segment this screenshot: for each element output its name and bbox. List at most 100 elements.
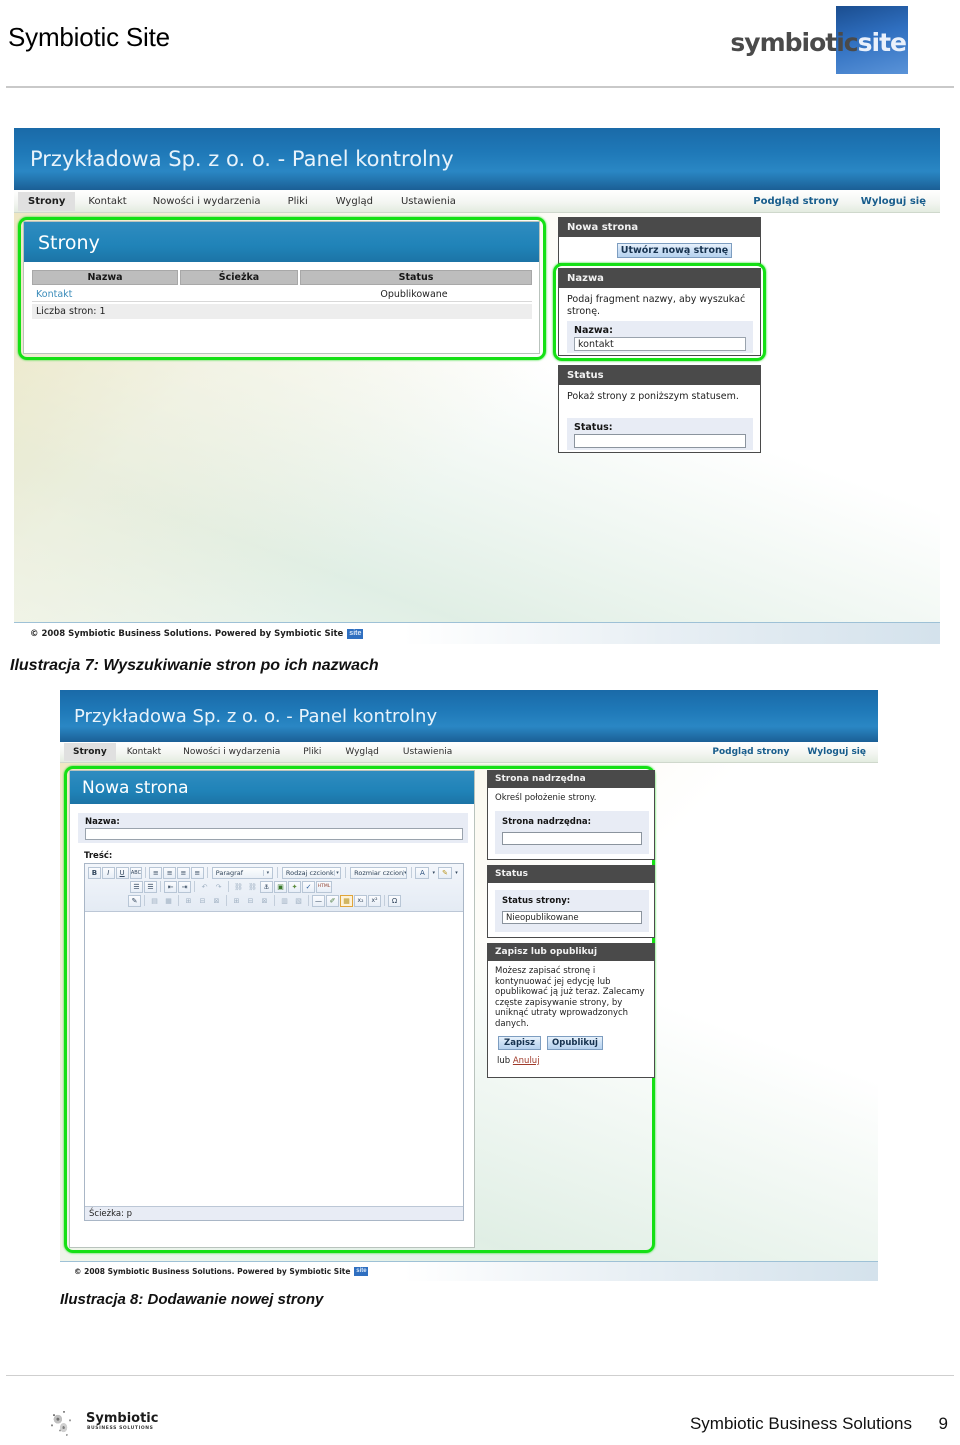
underline-icon[interactable]: U: [115, 866, 129, 879]
cell-merge-icon[interactable]: ▧: [292, 895, 305, 907]
text-color-chevron-down-icon[interactable]: ▾: [430, 867, 437, 879]
anchor-icon[interactable]: ⚓: [260, 880, 273, 893]
redo-icon[interactable]: ↷: [212, 881, 225, 893]
bullet-list-icon[interactable]: ☰: [130, 880, 143, 893]
insert-table-icon[interactable]: ▦: [340, 894, 353, 907]
chevron-down-icon[interactable]: ▾: [403, 869, 406, 876]
html-source-icon[interactable]: HTML: [316, 880, 332, 893]
text-color-icon[interactable]: A: [415, 866, 430, 879]
paragraph-format-select[interactable]: Paragraf ▾: [211, 866, 273, 879]
image-icon[interactable]: ▣: [274, 880, 287, 893]
fig2-status-field: Status strony: Nieopublikowane: [495, 890, 649, 932]
highlight-color-chevron-down-icon[interactable]: ▾: [453, 867, 460, 879]
fig1-col-sciezka[interactable]: Ścieżka: [180, 270, 298, 285]
remove-format-icon[interactable]: ✐: [326, 894, 339, 907]
table-insert-icon[interactable]: ▤: [148, 895, 161, 907]
page-name-input[interactable]: [85, 828, 463, 840]
highlight-color-icon[interactable]: ✎: [438, 866, 453, 879]
chevron-down-icon[interactable]: ▾: [262, 869, 272, 876]
fig1-name-filter-desc: Podaj fragment nazwy, aby wyszukać stron…: [567, 294, 746, 317]
fig1-nav-wyloguj[interactable]: Wyloguj się: [853, 192, 934, 211]
align-justify-icon[interactable]: ≡: [190, 866, 204, 879]
publish-button[interactable]: Opublikuj: [547, 1036, 603, 1050]
create-new-page-button[interactable]: Utwórz nową stronę: [617, 243, 732, 258]
symbiotic-logo: Symbiotic BUSINESS SOLUTIONS: [42, 1405, 192, 1439]
toolbar-separator: [384, 895, 385, 906]
bold-icon[interactable]: B: [88, 866, 101, 879]
fig2-nav-podglad-strony[interactable]: Podgląd strony: [700, 743, 801, 761]
align-left-icon[interactable]: ≡: [149, 866, 163, 879]
font-size-select[interactable]: Rozmiar czcion ▾: [350, 866, 408, 879]
fig2-nav-strony[interactable]: Strony: [64, 743, 116, 761]
table-props-icon[interactable]: ▦: [162, 895, 175, 907]
fig1-col-nazwa[interactable]: Nazwa: [32, 270, 178, 285]
fig1-nav-podglad-strony[interactable]: Podgląd strony: [739, 192, 853, 211]
fig2-status-title: Status: [495, 869, 528, 879]
save-button[interactable]: Zapisz: [498, 1036, 541, 1050]
edit-page-icon[interactable]: ✎: [128, 894, 141, 907]
fig2-nav-pliki[interactable]: Pliki: [291, 743, 333, 761]
col-delete-icon[interactable]: ⊠: [258, 895, 271, 907]
fig2-footer-badge: site: [354, 1267, 369, 1276]
fig1-nav-kontakt[interactable]: Kontakt: [75, 192, 139, 211]
numbered-list-icon[interactable]: ☰: [144, 880, 157, 893]
font-family-select[interactable]: Rodzaj czcionk ▾: [281, 866, 342, 879]
fig1-nav-pliki[interactable]: Pliki: [274, 192, 322, 211]
brand-logo-text: symbioticsite: [730, 28, 907, 57]
fig2-save-publish-title: Zapisz lub opublikuj: [495, 947, 598, 957]
fig1-control-panel-title: Przykładowa Sp. z o. o. - Panel kontroln…: [30, 147, 454, 171]
cell-split-icon[interactable]: ▥: [278, 895, 291, 907]
subscript-icon[interactable]: x₂: [354, 894, 367, 907]
fig2-nav-ustawienia[interactable]: Ustawienia: [391, 743, 464, 761]
parent-page-select[interactable]: [502, 832, 642, 845]
editor-content-area[interactable]: [85, 912, 463, 1208]
fig2-nav-kontakt[interactable]: Kontakt: [116, 743, 172, 761]
fig1-nav-ustawienia[interactable]: Ustawienia: [387, 192, 470, 211]
fig2-nav-wyglad[interactable]: Wygląd: [333, 743, 391, 761]
row-after-icon[interactable]: ⊟: [196, 895, 209, 907]
row-delete-icon[interactable]: ⊠: [210, 895, 223, 907]
fig1-col-status[interactable]: Status: [300, 270, 532, 285]
toolbar-separator: [144, 895, 145, 906]
fig2-footer-text: © 2008 Symbiotic Business Solutions. Pow…: [74, 1267, 351, 1276]
page-status-select[interactable]: Nieopublikowane: [502, 911, 642, 924]
chevron-down-icon[interactable]: ▾: [333, 869, 340, 876]
link-icon[interactable]: ⛓: [232, 881, 245, 893]
undo-icon[interactable]: ↶: [198, 881, 211, 893]
cleanup-icon[interactable]: ✦: [288, 880, 301, 893]
italic-icon[interactable]: I: [101, 866, 115, 879]
fig1-cell-nazwa[interactable]: Kontakt: [32, 287, 180, 301]
horizontal-rule-icon[interactable]: —: [312, 894, 325, 907]
indent-icon[interactable]: ⇥: [178, 880, 191, 893]
fig1-pages-table: Nazwa Ścieżka Status Kontakt Opublikowan…: [32, 270, 532, 348]
table-row[interactable]: Kontakt Opublikowane: [32, 287, 532, 302]
footer-company: Symbiotic Business Solutions: [689, 1414, 912, 1433]
status-filter-select[interactable]: [574, 434, 746, 448]
align-center-icon[interactable]: ≡: [163, 866, 177, 879]
outdent-icon[interactable]: ⇤: [164, 880, 177, 893]
name-filter-input[interactable]: kontakt: [574, 337, 746, 351]
col-before-icon[interactable]: ⊞: [230, 895, 243, 907]
row-before-icon[interactable]: ⊞: [182, 895, 195, 907]
fig1-nav-strony[interactable]: Strony: [18, 191, 76, 211]
fig2-nav-nowosci[interactable]: Nowości i wydarzenia: [172, 743, 291, 761]
fig2-name-field-wrap: Nazwa:: [78, 813, 468, 843]
figure-2-screenshot: Przykładowa Sp. z o. o. - Panel kontroln…: [60, 690, 878, 1287]
spellcheck-icon[interactable]: ✓: [302, 880, 315, 893]
strikethrough-icon[interactable]: ABC: [129, 866, 143, 879]
figure-1-caption: Ilustracja 7: Wyszukiwanie stron po ich …: [10, 657, 379, 674]
special-char-icon[interactable]: Ω: [388, 894, 401, 907]
fig2-footer: © 2008 Symbiotic Business Solutions. Pow…: [60, 1261, 878, 1281]
superscript-icon[interactable]: x²: [368, 894, 381, 907]
toolbar-separator: [178, 895, 179, 906]
cancel-link[interactable]: Anuluj: [513, 1056, 540, 1066]
fig1-nav-nowosci[interactable]: Nowości i wydarzenia: [140, 192, 274, 211]
fig2-nav-wyloguj[interactable]: Wyloguj się: [801, 743, 872, 761]
fig1-status-filter-field: Status:: [567, 418, 753, 450]
col-after-icon[interactable]: ⊟: [244, 895, 257, 907]
symbiotic-logo-mark-icon: [42, 1405, 82, 1439]
align-right-icon[interactable]: ≡: [177, 866, 190, 879]
unlink-icon[interactable]: ⛓: [246, 881, 259, 893]
fig1-nav-wyglad[interactable]: Wygląd: [322, 192, 387, 211]
brand-suffix: site: [857, 28, 907, 57]
